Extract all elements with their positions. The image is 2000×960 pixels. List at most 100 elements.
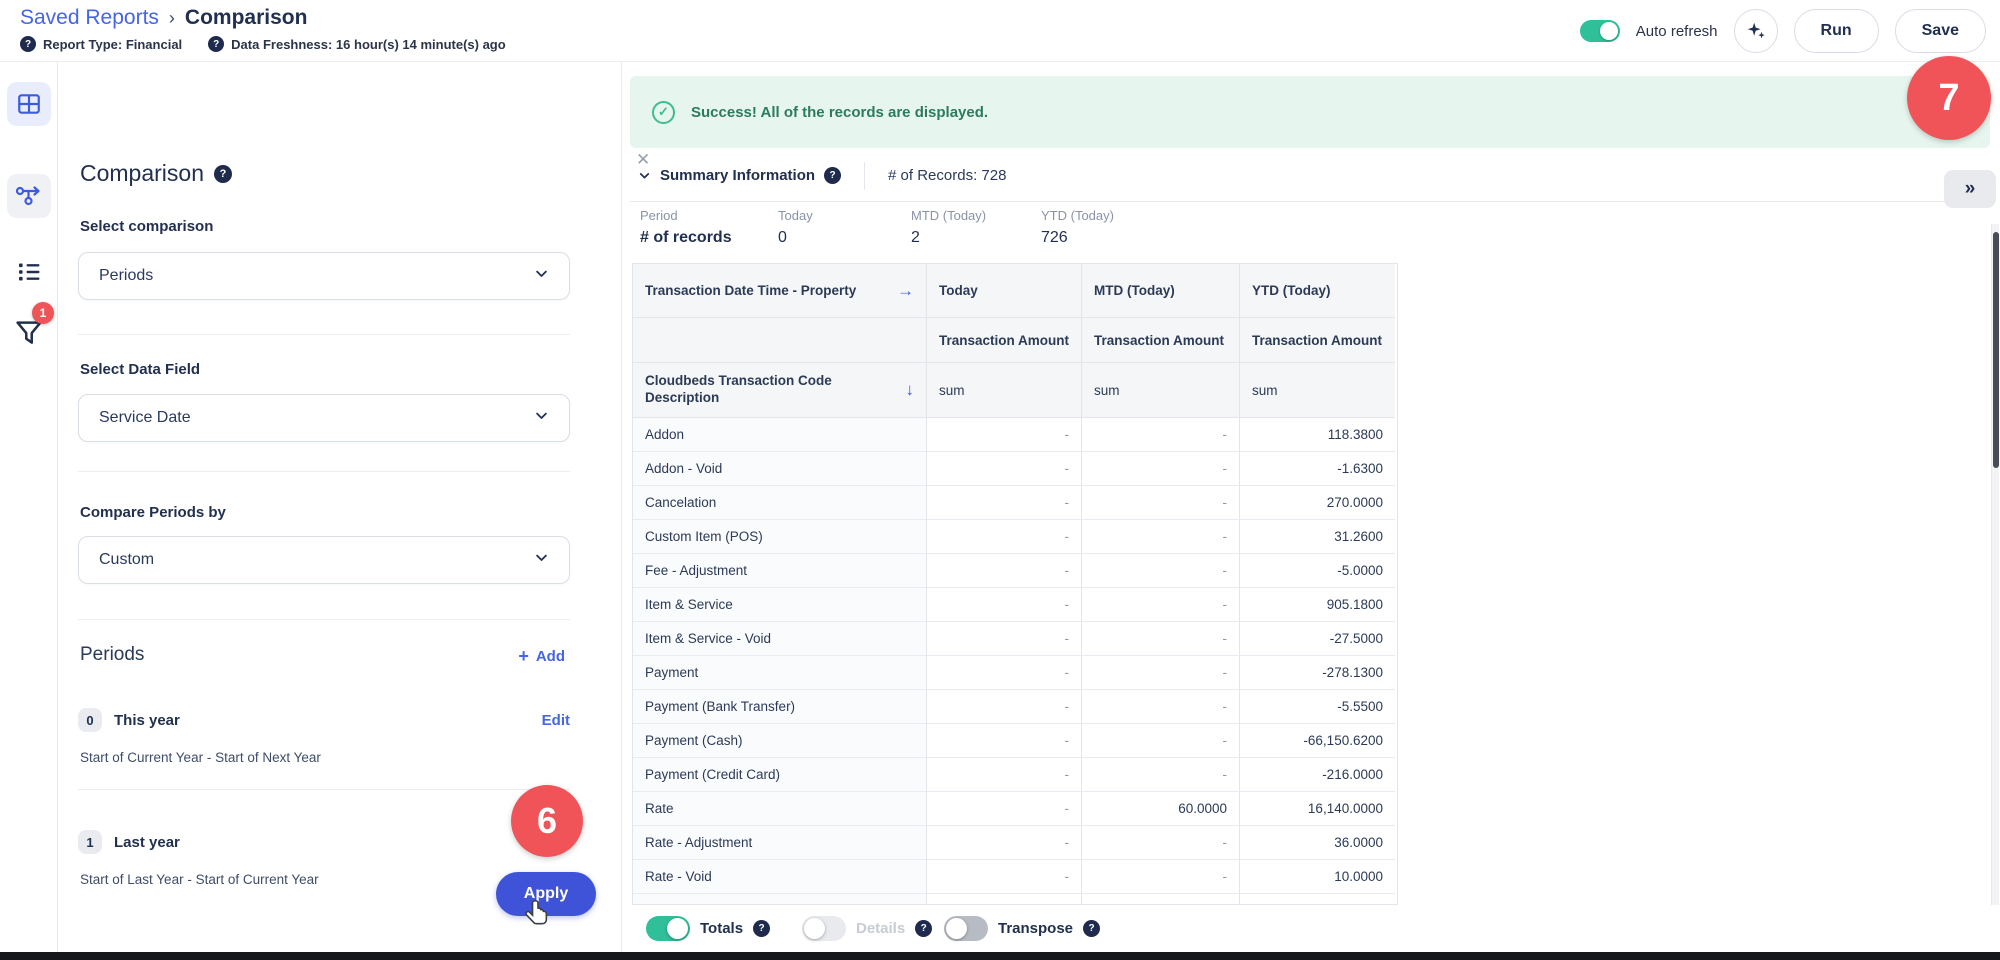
- column-header[interactable]: MTD (Today): [1082, 264, 1240, 318]
- table-row[interactable]: Addon--118.3800: [633, 418, 1397, 452]
- periods-heading: Periods: [80, 644, 144, 666]
- period-index-badge: 0: [78, 708, 102, 732]
- edit-period-button[interactable]: Edit: [542, 712, 570, 729]
- stat-value: 2: [911, 229, 986, 247]
- table-row[interactable]: Fee - Adjustment---5.0000: [633, 554, 1397, 588]
- table-row[interactable]: Payment---278.1300: [633, 656, 1397, 690]
- details-toggle[interactable]: [802, 916, 846, 941]
- sidebar-item-field-list[interactable]: [7, 250, 51, 294]
- summary-stat: Today 0: [778, 208, 813, 247]
- aggregation-cell[interactable]: sum: [1240, 363, 1395, 418]
- column-header[interactable]: Today: [927, 264, 1082, 318]
- vertical-scrollbar[interactable]: [1991, 224, 1999, 950]
- table-row[interactable]: Payment (Bank Transfer)---5.5500: [633, 690, 1397, 724]
- expand-panel-button[interactable]: »: [1944, 170, 1996, 208]
- table-row[interactable]: Rate - Void--10.0000: [633, 860, 1397, 894]
- table-row[interactable]: Custom Item (POS)--31.2600: [633, 520, 1397, 554]
- arrow-down-icon: ↓: [906, 379, 915, 400]
- report-meta: ? Report Type: Financial ? Data Freshnes…: [20, 36, 506, 52]
- comparison-select[interactable]: Periods: [78, 252, 570, 300]
- table-row[interactable]: Rate-60.000016,140.0000: [633, 792, 1397, 826]
- compare-periods-by-select[interactable]: Custom: [78, 536, 570, 584]
- ytd-value-cell: -27.5000: [1240, 622, 1395, 656]
- today-value-cell: -: [927, 792, 1082, 826]
- table-header-row: Transaction Date Time - Property → Today…: [633, 264, 1397, 318]
- auto-refresh-label: Auto refresh: [1636, 23, 1718, 40]
- help-icon[interactable]: ?: [20, 36, 36, 52]
- table-row[interactable]: Payment (Credit Card)---216.0000: [633, 758, 1397, 792]
- row-label-cell: Item & Service: [633, 588, 927, 622]
- mtd-value-cell: -: [1082, 452, 1240, 486]
- period-name: Last year: [114, 834, 180, 851]
- help-icon[interactable]: ?: [753, 920, 770, 937]
- save-button[interactable]: Save: [1895, 9, 1986, 53]
- column-header[interactable]: YTD (Today): [1240, 264, 1395, 318]
- divider: [78, 789, 570, 790]
- table-body: Addon--118.3800Addon - Void---1.6300Canc…: [633, 418, 1397, 905]
- measure-header: Transaction Amount: [1240, 318, 1395, 363]
- help-icon[interactable]: ?: [915, 920, 932, 937]
- ai-assist-button[interactable]: [1734, 9, 1778, 53]
- table-aggregation-row: Cloudbeds Transaction Code Description ↓…: [633, 363, 1397, 418]
- sidebar-item-table-view[interactable]: [7, 82, 51, 126]
- table-options-bar: Totals ? Details ? Transpose ?: [622, 905, 2000, 953]
- today-value-cell: -: [927, 724, 1082, 758]
- close-icon[interactable]: ✕: [636, 150, 650, 170]
- row-label-cell: Custom Item (POS): [633, 520, 927, 554]
- table-row[interactable]: Item & Service - Void---27.5000: [633, 622, 1397, 656]
- row-label-cell: [633, 894, 927, 905]
- collapse-chevron-icon[interactable]: [638, 169, 651, 182]
- data-field-select[interactable]: Service Date: [78, 394, 570, 442]
- mtd-value-cell: -: [1082, 656, 1240, 690]
- period-name: This year: [114, 712, 180, 729]
- ytd-value-cell: 31.2600: [1240, 520, 1395, 554]
- table-row[interactable]: Addon - Void---1.6300: [633, 452, 1397, 486]
- add-label: Add: [536, 648, 565, 665]
- today-value-cell: -: [927, 520, 1082, 554]
- run-button[interactable]: Run: [1794, 9, 1879, 53]
- period-item: 0 This year Edit: [78, 708, 570, 732]
- breadcrumb-saved-reports[interactable]: Saved Reports: [20, 6, 159, 30]
- data-freshness: ? Data Freshness: 16 hour(s) 14 minute(s…: [208, 36, 506, 52]
- ytd-value-cell: 10.0000: [1240, 860, 1395, 894]
- row-label-cell: Payment (Bank Transfer): [633, 690, 927, 724]
- chevron-down-icon: [534, 266, 549, 286]
- summary-title[interactable]: Summary Information: [660, 167, 815, 184]
- aggregation-cell[interactable]: sum: [1082, 363, 1240, 418]
- auto-refresh-toggle[interactable]: [1580, 20, 1620, 42]
- mtd-value-cell: [1082, 894, 1240, 905]
- check-circle-icon: ✓: [652, 101, 675, 124]
- ytd-value-cell: 270.0000: [1240, 486, 1395, 520]
- row-label-cell: Cancelation: [633, 486, 927, 520]
- period-index-badge: 1: [78, 830, 102, 854]
- scrollbar-thumb[interactable]: [1993, 232, 1999, 468]
- help-icon[interactable]: ?: [1083, 920, 1100, 937]
- row-label-cell: Item & Service - Void: [633, 622, 927, 656]
- help-icon[interactable]: ?: [208, 36, 224, 52]
- help-icon[interactable]: ?: [824, 167, 841, 184]
- add-period-button[interactable]: + Add: [518, 646, 565, 667]
- mtd-value-cell: -: [1082, 486, 1240, 520]
- transpose-toggle[interactable]: [944, 916, 988, 941]
- divider: [78, 471, 570, 472]
- totals-toggle[interactable]: [646, 916, 690, 941]
- help-icon[interactable]: ?: [214, 165, 232, 183]
- mtd-value-cell: -: [1082, 520, 1240, 554]
- table-row[interactable]: Cancelation--270.0000: [633, 486, 1397, 520]
- table-row[interactable]: Payment (Cash)---66,150.6200: [633, 724, 1397, 758]
- aggregation-cell[interactable]: sum: [927, 363, 1082, 418]
- column-dimension-cell[interactable]: Transaction Date Time - Property →: [633, 264, 927, 318]
- period-item: 1 Last year Edit: [78, 830, 570, 854]
- ytd-value-cell: 905.1800: [1240, 588, 1395, 622]
- toggle-knob: [1600, 22, 1618, 40]
- details-label: Details: [856, 920, 905, 937]
- table-row[interactable]: Rate - Adjustment--36.0000: [633, 826, 1397, 860]
- row-dimension-cell[interactable]: Cloudbeds Transaction Code Description ↓: [633, 363, 927, 418]
- divider: [864, 162, 865, 190]
- mtd-value-cell: -: [1082, 588, 1240, 622]
- sidebar-item-data-flow[interactable]: [7, 174, 51, 218]
- table-measure-row: Transaction Amount Transaction Amount Tr…: [633, 318, 1397, 363]
- annotation-badge-7: 7: [1907, 56, 1991, 140]
- ytd-value-cell: [1240, 894, 1395, 905]
- table-row[interactable]: Item & Service--905.1800: [633, 588, 1397, 622]
